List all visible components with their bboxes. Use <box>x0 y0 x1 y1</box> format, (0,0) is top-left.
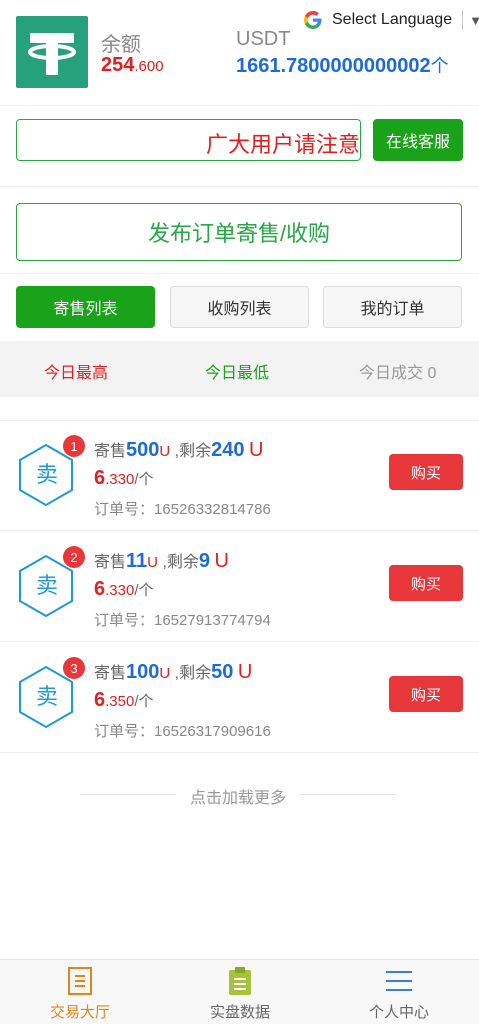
balance-value: 254.600 <box>101 54 164 77</box>
sell-amount: 100 <box>126 661 160 683</box>
sell-hex-label: 卖 <box>35 684 58 709</box>
sell-amount: 500 <box>126 439 160 461</box>
remain-prefix: ,剩余 <box>170 443 212 460</box>
tab-my-orders[interactable]: 我的订单 <box>323 286 462 328</box>
order-amount-line: 寄售11U ,剩余9 U <box>94 548 229 573</box>
sell-prefix: 寄售 <box>94 443 127 460</box>
price-dec: .330 <box>105 471 135 488</box>
usdt-label: USDT <box>236 28 291 50</box>
price-dec: .350 <box>105 693 135 710</box>
google-icon <box>304 11 322 29</box>
order-price-line: 6.350/个 <box>94 689 154 712</box>
price-int: 6 <box>94 467 106 489</box>
notice-text: 广大用户请注意 <box>205 132 360 157</box>
price-unit: /个 <box>134 471 154 488</box>
load-more-button[interactable]: 点击加载更多 <box>80 784 396 807</box>
clipboard-icon <box>229 967 251 995</box>
price-int: 6 <box>94 689 106 711</box>
remain-amount: 50 <box>211 661 234 683</box>
stat-today-high: 今日最高 <box>44 365 109 382</box>
language-selector[interactable]: Select Language ▼ <box>302 9 479 31</box>
usdt-amount: 1661.7800000000002 <box>236 55 431 77</box>
sell-prefix: 寄售 <box>94 554 127 571</box>
publish-order-button[interactable]: 发布订单寄售/收购 <box>16 203 462 261</box>
sell-prefix: 寄售 <box>94 665 127 682</box>
balance-dec: .600 <box>134 58 164 75</box>
order-number: 订单号：16526317909616 <box>94 723 271 740</box>
nav-live-data[interactable]: 实盘数据 <box>160 960 320 1024</box>
rank-badge: 2 <box>63 546 85 568</box>
divider <box>300 794 396 795</box>
list-item: 卖 1 寄售500U ,剩余240 U 6.330/个 订单号：16526332… <box>0 421 479 531</box>
document-list-icon <box>68 967 92 995</box>
price-unit: /个 <box>134 693 154 710</box>
remain-prefix: ,剩余 <box>158 554 199 571</box>
sell-unit: U <box>159 665 171 682</box>
usdt-value: 1661.7800000000002个 <box>236 52 449 78</box>
order-amount-line: 寄售100U ,剩余50 U <box>94 659 252 684</box>
nav-personal-center[interactable]: 个人中心 <box>319 960 479 1024</box>
remain-unit: U <box>214 550 229 572</box>
notice-marquee: 广大用户请注意 <box>16 119 361 161</box>
price-dec: .330 <box>105 582 135 599</box>
load-more-label: 点击加载更多 <box>189 790 286 807</box>
online-service-button[interactable]: 在线客服 <box>373 119 463 161</box>
divider <box>0 186 479 187</box>
sell-hex-label: 卖 <box>35 573 58 598</box>
order-number: 订单号：16526332814786 <box>94 501 271 518</box>
tether-icon <box>28 33 76 75</box>
chevron-down-icon: ▼ <box>469 12 479 28</box>
buy-button[interactable]: 购买 <box>389 565 463 601</box>
price-unit: /个 <box>134 582 154 599</box>
list-item: 卖 3 寄售100U ,剩余50 U 6.350/个 订单号：165263179… <box>0 643 479 753</box>
rank-badge: 1 <box>63 435 85 457</box>
price-int: 6 <box>94 578 106 600</box>
tether-logo <box>16 16 88 88</box>
usdt-unit: 个 <box>430 56 449 76</box>
remain-amount: 240 <box>211 439 245 461</box>
buy-button[interactable]: 购买 <box>389 454 463 490</box>
nav-trading-hall[interactable]: 交易大厅 <box>0 960 160 1024</box>
order-price-line: 6.330/个 <box>94 467 154 490</box>
balance-int: 254 <box>101 54 135 76</box>
divider <box>0 273 479 274</box>
sell-amount: 11 <box>126 550 148 572</box>
tab-purchase-list[interactable]: 收购列表 <box>170 286 309 328</box>
order-number: 订单号：16527913774794 <box>94 612 271 629</box>
rank-badge: 3 <box>63 657 85 679</box>
sell-unit: U <box>147 554 159 571</box>
remain-unit: U <box>248 439 264 461</box>
language-separator <box>462 10 464 30</box>
bottom-nav: 交易大厅 实盘数据 个人中心 <box>0 959 479 1024</box>
order-price-line: 6.330/个 <box>94 578 154 601</box>
remain-amount: 9 <box>198 550 211 572</box>
nav-label: 个人中心 <box>368 1004 429 1021</box>
nav-label: 实盘数据 <box>209 1004 270 1021</box>
account-header: 余额 254.600 USDT 1661.7800000000002个 Sele… <box>0 0 479 106</box>
language-label: Select Language <box>332 11 453 28</box>
stat-today-low: 今日最低 <box>205 365 270 382</box>
stat-today-deals: 今日成交 0 <box>359 365 437 382</box>
order-amount-line: 寄售500U ,剩余240 U <box>94 437 263 462</box>
buy-button[interactable]: 购买 <box>389 676 463 712</box>
tab-consignment-list[interactable]: 寄售列表 <box>16 286 155 328</box>
sell-unit: U <box>159 443 171 460</box>
menu-lines-icon <box>386 971 412 991</box>
nav-label: 交易大厅 <box>49 1004 110 1021</box>
sell-hex-label: 卖 <box>35 462 58 487</box>
list-item: 卖 2 寄售11U ,剩余9 U 6.330/个 订单号：16527913774… <box>0 532 479 642</box>
daily-stats-bar: 今日最高 今日最低 今日成交 0 <box>0 341 479 397</box>
remain-unit: U <box>237 661 253 683</box>
balance-label: 余额 <box>101 34 141 56</box>
remain-prefix: ,剩余 <box>170 665 212 682</box>
